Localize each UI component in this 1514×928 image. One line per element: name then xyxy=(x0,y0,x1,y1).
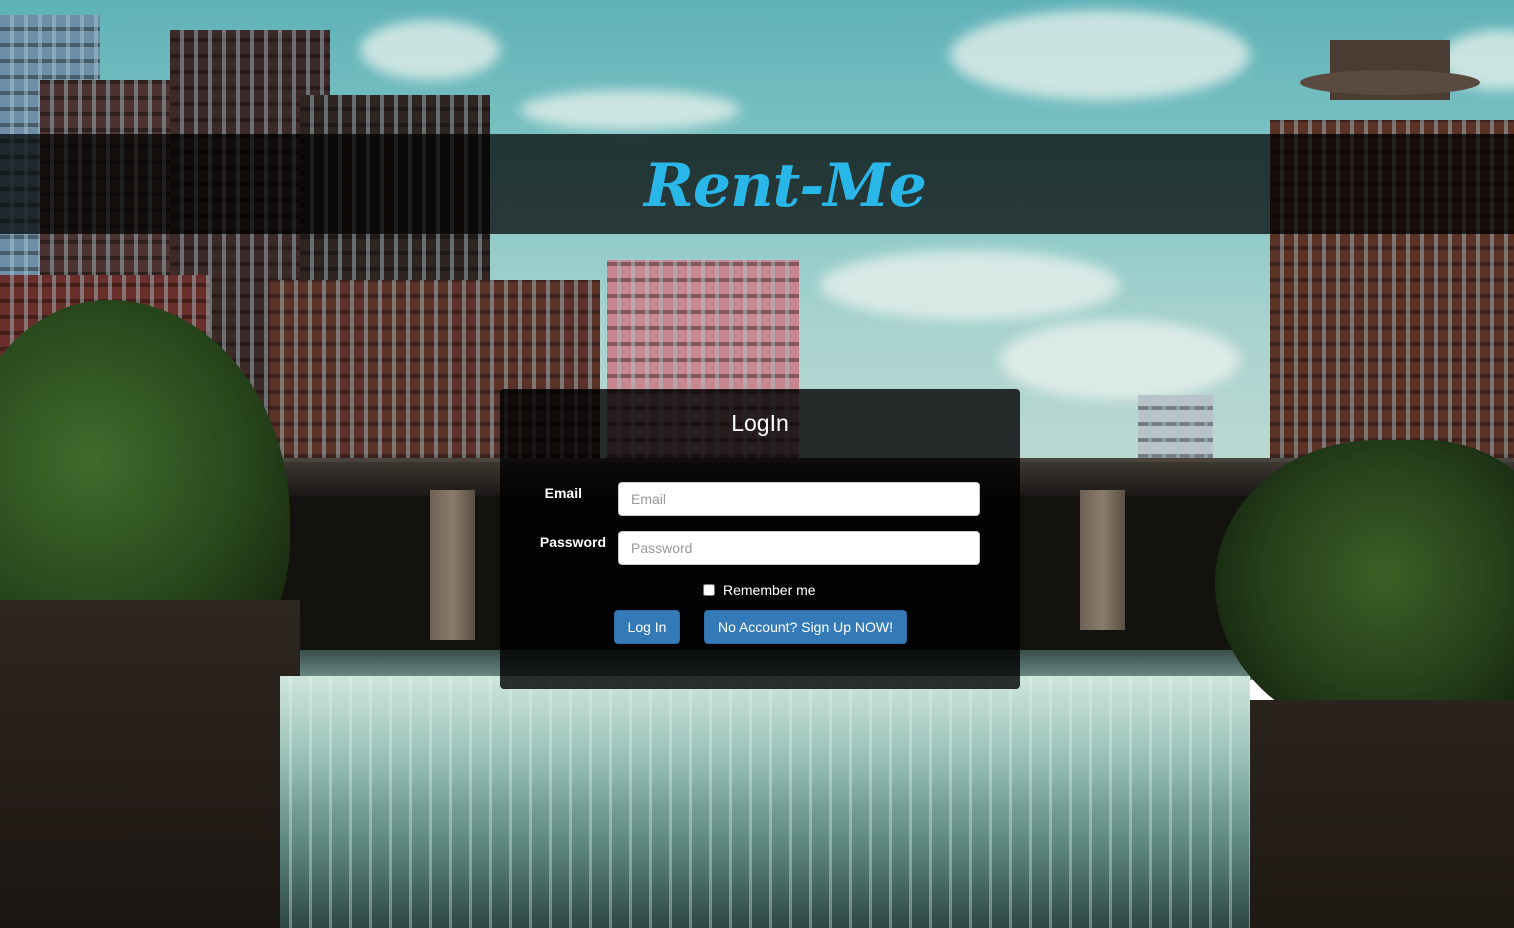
email-label: Email xyxy=(544,485,582,501)
password-input[interactable] xyxy=(618,531,980,565)
login-panel: LogIn Email Password Remember me Log In … xyxy=(500,389,1020,689)
email-input[interactable] xyxy=(618,482,980,516)
waterfall xyxy=(280,676,1250,928)
signup-button[interactable]: No Account? Sign Up NOW! xyxy=(704,610,907,644)
login-title: LogIn xyxy=(731,410,789,436)
remember-me-checkbox[interactable] xyxy=(703,584,715,596)
login-button[interactable]: Log In xyxy=(614,610,680,644)
password-label: Password xyxy=(539,534,606,550)
remember-me[interactable]: Remember me xyxy=(703,582,816,598)
brand-logo[interactable]: Rent-Me xyxy=(644,146,927,226)
remember-me-label: Remember me xyxy=(723,582,816,598)
